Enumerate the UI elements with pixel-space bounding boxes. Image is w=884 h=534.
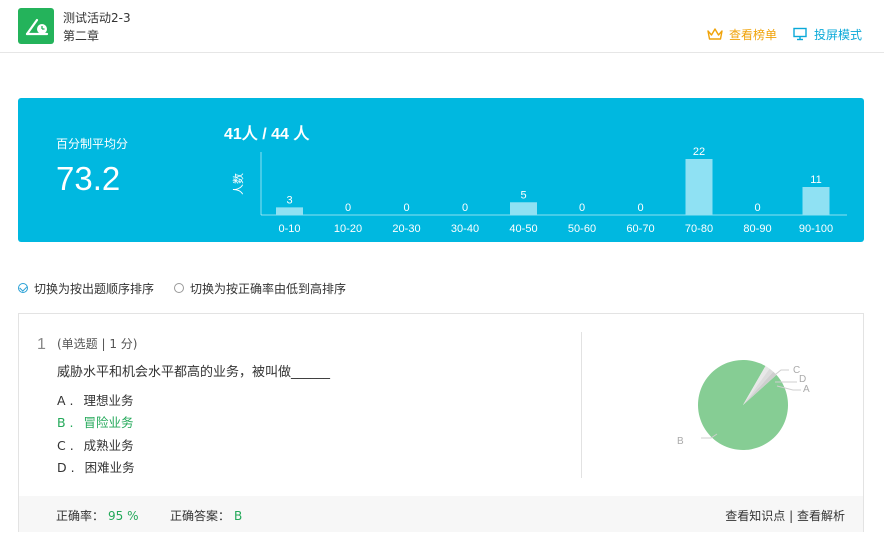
option-c: C . 成熟业务 [57,435,134,454]
bar-value-label: 0 [462,202,468,214]
option-letter: C . [57,438,74,453]
x-tick-label: 40-50 [509,223,537,235]
option-letter: A . [57,393,74,408]
bar [510,202,537,215]
view-knowledge-link[interactable]: 查看知识点 [725,509,785,523]
x-tick-label: 50-60 [568,223,596,235]
chapter-subtitle: 第二章 [63,29,100,43]
view-analysis-link[interactable]: 查看解析 [797,509,845,523]
option-letter: D . [57,460,75,475]
bar [276,207,303,215]
x-tick-label: 60-70 [626,223,654,235]
accuracy-label: 正确率： [56,509,105,523]
footer-links: 查看知识点 | 查看解析 [725,507,845,524]
projection-mode-button[interactable]: 投屏模式 [792,25,862,43]
unchecked-radio-icon [174,283,185,293]
correct-answer-value: B [234,509,243,523]
x-tick-label: 20-30 [392,223,420,235]
bar-value-label: 22 [693,146,705,158]
bar-value-label: 5 [520,189,526,201]
checked-radio-icon [18,283,28,293]
y-axis-label: 人数 [232,173,245,195]
sort-by-order-label: 切换为按出题顺序排序 [34,281,155,296]
question-text: 威胁水平和机会水平都高的业务，被叫做______ [57,365,331,380]
answer-distribution-pie: BCDA [677,360,810,450]
rank-button-label: 查看榜单 [729,27,778,42]
bar-value-label: 0 [637,202,643,214]
link-separator: | [789,509,794,523]
sort-by-order-option[interactable]: 切换为按出题顺序排序 [18,280,154,297]
x-tick-label: 10-20 [334,223,362,235]
divider [581,332,582,478]
bar-value-label: 3 [286,194,292,206]
option-text: 成熟业务 [83,438,134,453]
x-tick-label: 0-10 [278,223,300,235]
sort-by-accuracy-option[interactable]: 切换为按正确率由低到高排序 [174,280,346,297]
option-text: 冒险业务 [83,415,134,430]
bar-value-label: 0 [403,202,409,214]
option-a: A . 理想业务 [57,390,134,409]
top-bar: 测试活动2-3 第二章 查看榜单 投屏模式 [0,0,884,53]
accuracy-value: 95 % [108,509,139,523]
question-footer: 正确率： 95 % 正确答案： B 查看知识点 | 查看解析 [19,496,863,532]
question-meta: (单选题 | 1 分) [57,337,138,351]
correct-answer: 正确答案： B [170,507,242,524]
option-letter: B . [57,415,74,430]
correct-answer-label: 正确答案： [170,509,231,523]
projection-mode-label: 投屏模式 [814,27,863,42]
question-number: 1 [37,336,46,353]
bar-value-label: 11 [810,174,821,186]
bar-value-label: 0 [579,202,585,214]
bar-value-label: 0 [754,202,760,214]
sort-options: 切换为按出题顺序排序 切换为按正确率由低到高排序 [18,278,346,298]
sort-by-accuracy-label: 切换为按正确率由低到高排序 [190,281,347,296]
option-b: B . 冒险业务 [57,412,134,431]
x-tick-label: 80-90 [743,223,771,235]
option-text: 困难业务 [84,460,135,475]
option-d: D . 困难业务 [57,457,135,476]
x-tick-label: 90-100 [799,223,833,235]
score-distribution-chart: 人数 3 0-10 0 10-20 0 20-30 0 30-40 5 40-50 0 50-60 0 60… [232,146,847,235]
pie-label: B [677,436,684,447]
x-tick-label: 30-40 [451,223,479,235]
activity-icon [18,8,54,44]
bar [685,159,713,215]
bar-value-label: 0 [345,202,351,214]
accuracy: 正确率： 95 % [56,507,139,524]
x-tick-label: 70-80 [685,223,713,235]
page-title: 测试活动2-3 [63,11,131,25]
question-card: 1 (单选题 | 1 分) 威胁水平和机会水平都高的业务，被叫做______ A… [18,313,864,532]
score-stats-panel: 百分制平均分 73.2 41人 / 44 人 人数 3 0-10 0 10-20 0 20-… [18,98,864,242]
bar [802,187,830,215]
monitor-icon [793,27,807,41]
pie-label: A [803,384,810,395]
option-text: 理想业务 [83,393,134,408]
crown-icon [707,28,723,40]
rank-button[interactable]: 查看榜单 [706,25,777,43]
